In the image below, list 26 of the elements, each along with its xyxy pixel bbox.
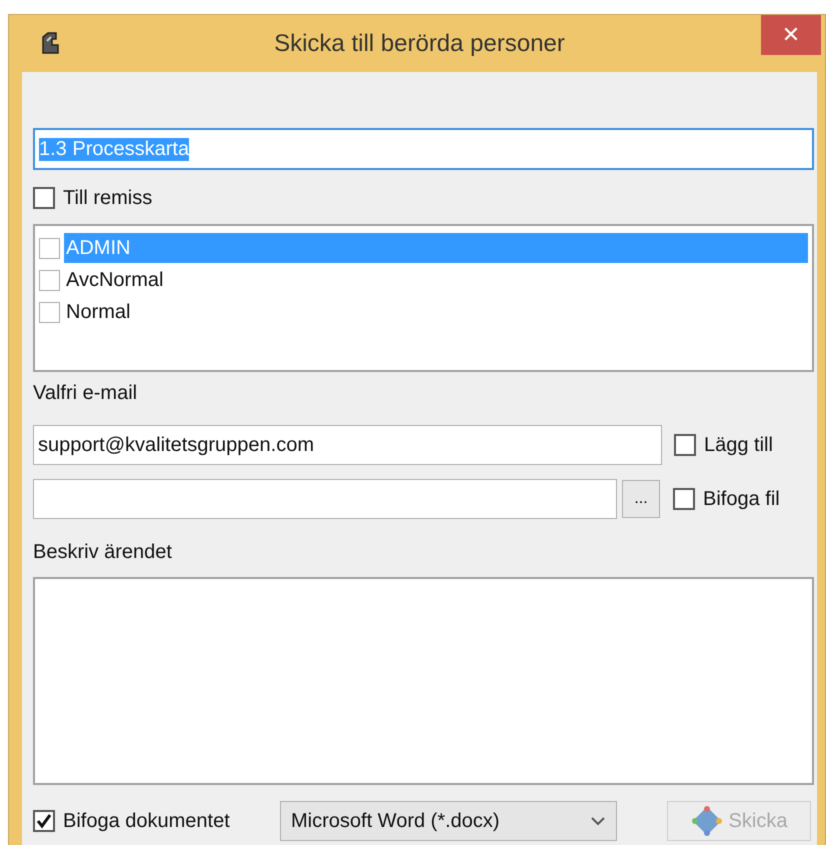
field-label: Valfri e-mail: [33, 382, 138, 406]
checkbox[interactable]: [33, 810, 55, 832]
chevron-down-icon: [590, 816, 606, 826]
email-field[interactable]: support@kvalitetsgruppen.com: [33, 425, 662, 465]
file-field[interactable]: [33, 479, 617, 519]
subject-text: 1.3 Processkarta: [39, 138, 190, 160]
list-item[interactable]: AvcNormal: [64, 265, 808, 295]
checkbox[interactable]: [39, 270, 60, 290]
field-label: Beskriv ärendet: [33, 541, 173, 565]
checkbox[interactable]: [39, 302, 60, 322]
checkbox[interactable]: [39, 238, 60, 258]
checkbox[interactable]: [33, 187, 55, 209]
checkbox[interactable]: [673, 488, 695, 510]
format-dropdown[interactable]: Microsoft Word (*.docx): [280, 801, 617, 841]
close-button[interactable]: ✕: [761, 15, 821, 55]
browse-button[interactable]: ...: [622, 480, 660, 518]
description-field[interactable]: [33, 577, 814, 785]
checkbox-label: Till remiss: [63, 186, 152, 210]
checkbox-label: Lägg till: [704, 434, 773, 456]
app-icon: [40, 31, 60, 55]
checkbox[interactable]: [674, 434, 696, 456]
checkmark-icon: [36, 813, 52, 829]
checkbox-label: Bifoga fil: [703, 488, 780, 510]
checkbox-label: Bifoga dokumentet: [63, 810, 230, 832]
list-item[interactable]: Normal: [64, 297, 808, 327]
window-title: Skicka till berörda personer: [274, 30, 565, 58]
